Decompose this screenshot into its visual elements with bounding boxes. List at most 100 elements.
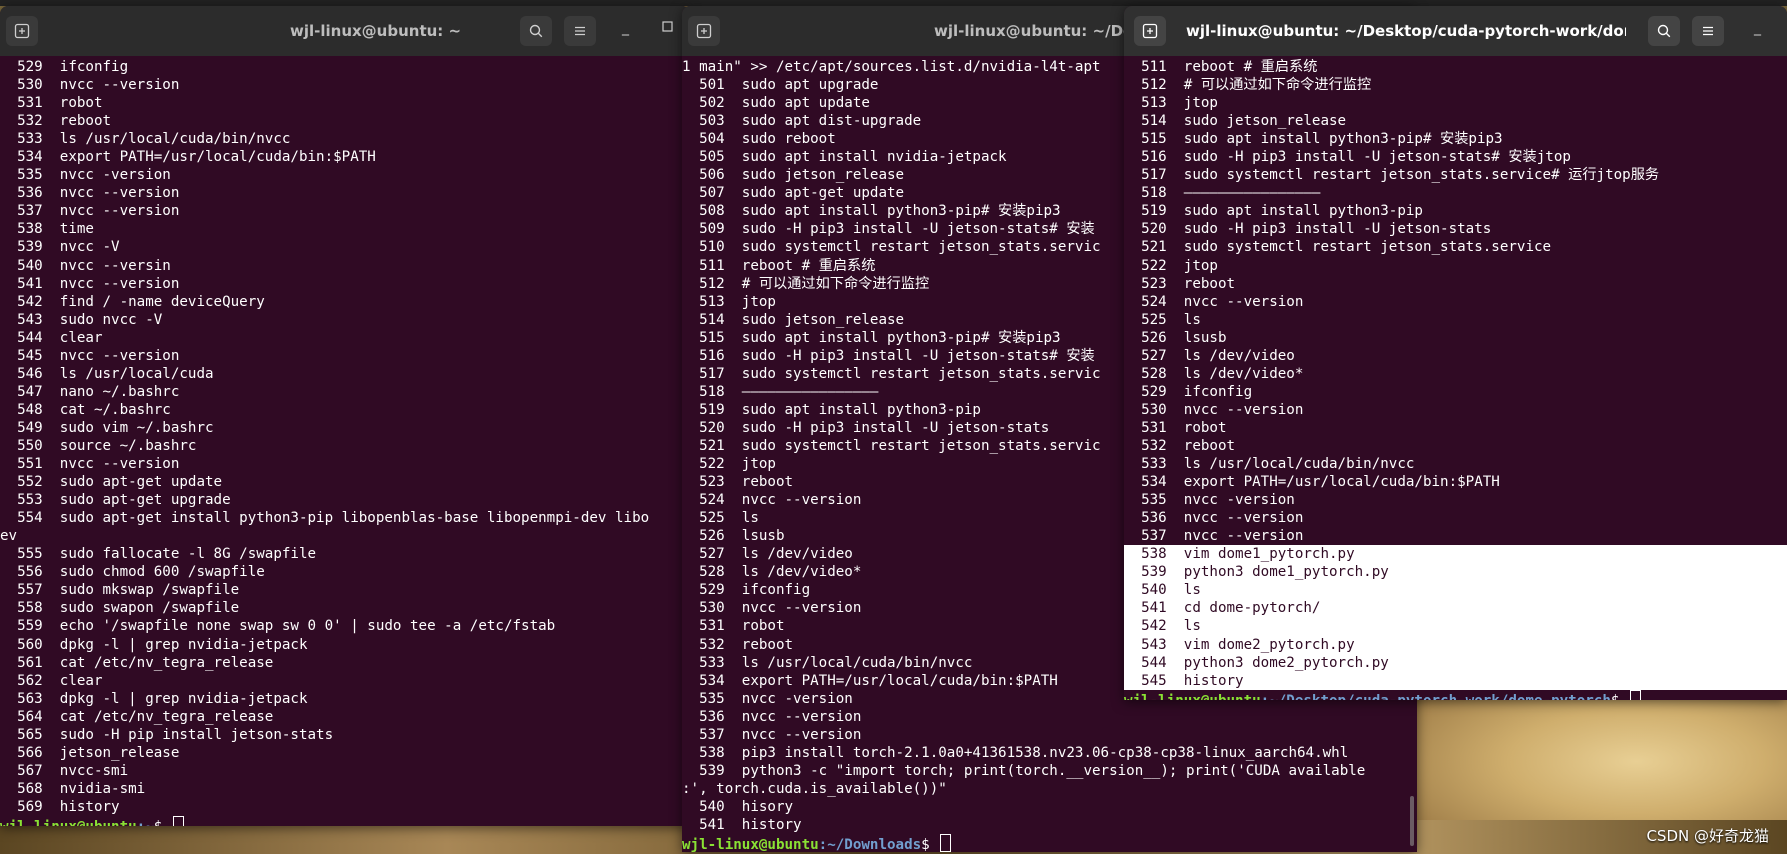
text-cursor	[172, 815, 184, 826]
history-line: 536 nvcc --version	[0, 185, 180, 202]
history-line: 537 nvcc --version	[682, 726, 862, 743]
history-line: 562 clear	[0, 672, 103, 689]
history-line: 544 python3 dome2_pytorch.py	[1124, 654, 1389, 671]
history-line: 521 sudo systemctl restart jetson_stats.…	[1124, 239, 1552, 256]
history-line: 534 export PATH=/usr/local/cuda/bin:$PAT…	[0, 149, 376, 166]
history-line: 543 sudo nvcc -V	[0, 311, 163, 328]
history-line: 536 nvcc --version	[1124, 510, 1304, 527]
hamburger-menu-icon[interactable]	[1692, 16, 1724, 46]
history-line: 541 nvcc --version	[0, 275, 180, 292]
history-line: 529 ifconfig	[0, 59, 129, 75]
csdn-watermark: CSDN @好奇龙猫	[1646, 827, 1769, 845]
minimize-icon[interactable]: _	[622, 20, 629, 36]
history-line: 537 nvcc --version	[1124, 528, 1304, 545]
history-line: 564 cat /etc/nv_tegra_release	[0, 708, 274, 725]
history-lines: 511 reboot # 重启系统 512 # 可以通过如下命令进行监控 513…	[1124, 58, 1787, 545]
titlebar[interactable]: wjl-linux@ubuntu: ~/Desktop/cuda-pytorch…	[1124, 6, 1787, 56]
text-cursor	[940, 834, 952, 852]
shell-prompt[interactable]: wjl-linux@ubuntu:~/Downloads$	[682, 834, 1417, 852]
history-lines: 529 ifconfig 530 nvcc --version 531 robo…	[0, 58, 690, 816]
scrollbar[interactable]	[1410, 796, 1414, 846]
history-line: ev	[0, 528, 18, 545]
history-line: 548 cat ~/.bashrc	[0, 401, 171, 418]
history-line: 529 ifconfig	[1124, 383, 1253, 400]
history-line: 524 nvcc --version	[1124, 293, 1304, 310]
maximize-icon[interactable]	[662, 20, 673, 36]
history-line: 518 ————————————————	[1124, 185, 1321, 202]
history-line: 538 time	[0, 221, 94, 238]
history-line: 514 sudo jetson_release	[1124, 113, 1347, 130]
history-line: 527 ls /dev/video	[1124, 347, 1295, 364]
history-line: 526 lsusb	[1124, 329, 1227, 346]
prompt-user: wjl-linux@ubuntu	[682, 837, 819, 852]
titlebar[interactable]: wjl-linux@ubuntu: ~ _	[0, 6, 690, 56]
history-line: 566 jetson_release	[0, 744, 180, 761]
history-line: 541 cd dome-pytorch/	[1124, 600, 1321, 617]
terminal-window-home[interactable]: wjl-linux@ubuntu: ~ _ 529 ifconfig 530 n…	[0, 6, 690, 826]
history-line: 539 python3 -c "import torch; print(torc…	[682, 762, 1366, 779]
history-line: 561 cat /etc/nv_tegra_release	[0, 654, 274, 671]
history-line: 541 history	[682, 816, 802, 833]
hamburger-menu-icon[interactable]	[564, 16, 596, 46]
shell-prompt[interactable]: wjl-linux@ubuntu:~/Desktop/cuda-pytorch-…	[1124, 689, 1787, 700]
history-line: 537 nvcc --version	[0, 203, 180, 220]
new-tab-icon[interactable]	[6, 16, 38, 46]
new-tab-icon[interactable]	[1134, 16, 1166, 46]
prompt-path: :~/Desktop/cuda-pytorch-work/dome-pytorc…	[1261, 693, 1611, 700]
history-line: 544 clear	[0, 329, 103, 346]
history-line: 540 hisory	[682, 798, 794, 815]
prompt-symbol: $	[1611, 693, 1628, 700]
history-line: 535 nvcc -version	[0, 167, 171, 184]
history-line: 553 sudo apt-get upgrade	[0, 492, 231, 509]
prompt-user: wjl-linux@ubuntu	[0, 819, 137, 826]
history-line: 546 ls /usr/local/cuda	[0, 365, 214, 382]
history-line: 569 history	[0, 798, 120, 815]
history-line: 531 robot	[0, 95, 103, 112]
history-line: 530 nvcc --version	[1124, 401, 1304, 418]
prompt-user: wjl-linux@ubuntu	[1124, 693, 1261, 700]
history-line: 568 nvidia-smi	[0, 780, 146, 797]
terminal-window-dome-pytorch[interactable]: wjl-linux@ubuntu: ~/Desktop/cuda-pytorch…	[1124, 6, 1787, 700]
history-line: :', torch.cuda.is_available())"	[682, 780, 947, 797]
history-line: 532 reboot	[0, 113, 112, 130]
history-line: 551 nvcc --version	[0, 456, 180, 473]
history-line: 549 sudo vim ~/.bashrc	[0, 419, 214, 436]
history-line: 567 nvcc-smi	[0, 762, 129, 779]
history-line: 540 ls	[1124, 582, 1201, 599]
search-icon[interactable]	[1648, 16, 1680, 46]
terminal-output[interactable]: 511 reboot # 重启系统 512 # 可以通过如下命令进行监控 513…	[1124, 58, 1787, 700]
prompt-symbol: $	[921, 837, 939, 852]
history-line: 560 dpkg -l | grep nvidia-jetpack	[0, 636, 308, 653]
history-line: 536 nvcc --version	[682, 708, 862, 725]
history-line: 540 nvcc --versin	[0, 257, 171, 274]
history-line: 547 nano ~/.bashrc	[0, 383, 180, 400]
window-title: wjl-linux@ubuntu: ~	[290, 22, 462, 40]
window-title: wjl-linux@ubuntu: ~/Down	[934, 22, 1134, 40]
history-line: 511 reboot # 重启系统	[1124, 59, 1318, 75]
history-line: 528 ls /dev/video*	[1124, 365, 1304, 382]
terminal-output[interactable]: 529 ifconfig 530 nvcc --version 531 robo…	[0, 58, 690, 826]
history-line: 538 pip3 install torch-2.1.0a0+41361538.…	[682, 744, 1349, 761]
history-line: 520 sudo -H pip3 install -U jetson-stats	[1124, 221, 1492, 238]
new-tab-icon[interactable]	[688, 16, 720, 46]
history-line: 535 nvcc -version	[1124, 492, 1295, 509]
text-cursor	[1629, 689, 1641, 700]
history-line: 515 sudo apt install python3-pip# 安装pip3	[1124, 131, 1503, 148]
prompt-path: :~	[137, 819, 154, 826]
history-line: 558 sudo swapon /swapfile	[0, 600, 240, 617]
history-line: 534 export PATH=/usr/local/cuda/bin:$PAT…	[1124, 474, 1500, 491]
history-line: 542 find / -name deviceQuery	[0, 293, 265, 310]
history-line: 554 sudo apt-get install python3-pip lib…	[0, 510, 650, 527]
history-line: 545 history	[1124, 672, 1244, 689]
history-line: 532 reboot	[1124, 437, 1236, 454]
prompt-path: :~/Downloads	[818, 837, 922, 852]
history-line: 559 echo '/swapfile none swap sw 0 0' | …	[0, 618, 556, 635]
minimize-icon[interactable]: _	[1754, 20, 1761, 36]
history-line: 512 # 可以通过如下命令进行监控	[1124, 77, 1372, 94]
history-line: 543 vim dome2_pytorch.py	[1124, 636, 1355, 653]
search-icon[interactable]	[520, 16, 552, 46]
shell-prompt[interactable]: wjl-linux@ubuntu:~$	[0, 815, 690, 826]
prompt-symbol: $	[154, 819, 171, 826]
history-line: 530 nvcc --version	[0, 77, 180, 94]
history-line: 533 ls /usr/local/cuda/bin/nvcc	[1124, 456, 1415, 473]
